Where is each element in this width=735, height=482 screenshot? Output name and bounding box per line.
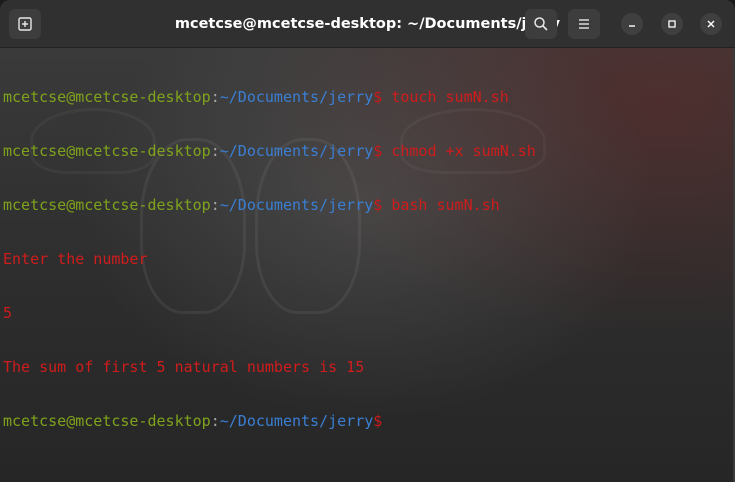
prompt-user: mcetcse@mcetcse-desktop [3,88,211,106]
output-line: 5 [3,304,13,322]
terminal-lines: mcetcse@mcetcse-desktop:~/Documents/jerr… [3,52,536,466]
terminal-output-area[interactable]: mcetcse@mcetcse-desktop:~/Documents/jerr… [0,48,735,482]
new-tab-icon [18,17,32,31]
terminal-window: mcetcse@mcetcse-desktop: ~/Documents/jer… [0,0,735,482]
minimize-button[interactable] [621,13,643,35]
prompt-dollar: $ [373,412,383,430]
search-icon [534,17,548,31]
prompt-colon: : [210,142,220,160]
prompt-colon: : [210,88,220,106]
terminal-line: mcetcse@mcetcse-desktop:~/Documents/jerr… [3,412,536,430]
output-line: Enter the number [3,250,148,268]
command-text: bash sumN.sh [382,196,500,214]
maximize-button[interactable] [661,13,683,35]
terminal-line: mcetcse@mcetcse-desktop:~/Documents/jerr… [3,88,536,106]
prompt-path: ~/Documents/jerry [219,196,374,214]
prompt-path: ~/Documents/jerry [219,142,374,160]
prompt-user: mcetcse@mcetcse-desktop [3,142,211,160]
prompt-user: mcetcse@mcetcse-desktop [3,196,211,214]
menu-button[interactable] [568,9,600,39]
new-tab-button[interactable] [9,9,41,39]
prompt-dollar: $ [373,142,383,160]
search-button[interactable] [525,9,557,39]
close-button[interactable] [700,13,722,35]
command-text: touch sumN.sh [382,88,509,106]
prompt-colon: : [210,196,220,214]
hamburger-menu-icon [579,19,589,29]
terminal-line: mcetcse@mcetcse-desktop:~/Documents/jerr… [3,196,536,214]
close-icon [707,20,715,28]
prompt-colon: : [210,412,220,430]
prompt-user: mcetcse@mcetcse-desktop [3,412,211,430]
prompt-dollar: $ [373,88,383,106]
title-bar[interactable]: mcetcse@mcetcse-desktop: ~/Documents/jer… [0,0,735,48]
command-text: chmod +x sumN.sh [382,142,536,160]
prompt-path: ~/Documents/jerry [219,412,374,430]
prompt-path: ~/Documents/jerry [219,88,374,106]
minimize-icon [629,25,635,27]
maximize-icon [668,20,676,28]
prompt-dollar: $ [373,196,383,214]
output-line: The sum of first 5 natural numbers is 15 [3,358,365,376]
terminal-line: mcetcse@mcetcse-desktop:~/Documents/jerr… [3,142,536,160]
